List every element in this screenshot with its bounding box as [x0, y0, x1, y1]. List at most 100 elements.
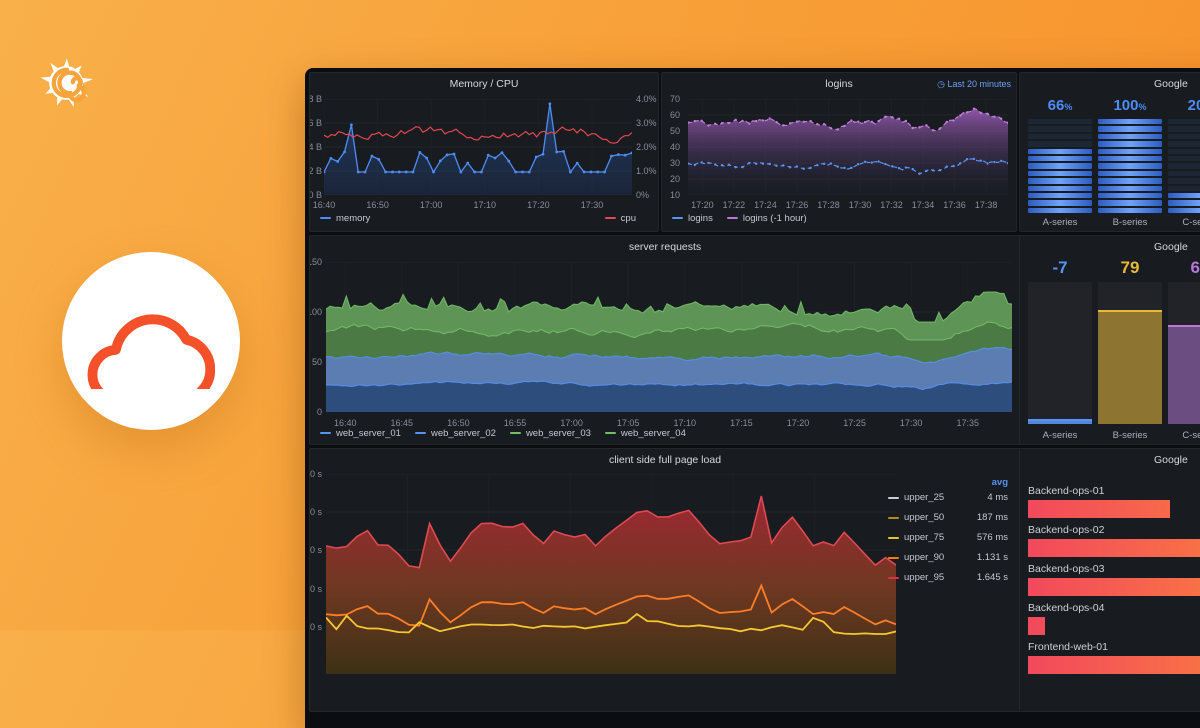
- gauge-cell: [1028, 119, 1092, 124]
- axis-tick-label: 17:25: [843, 418, 866, 428]
- legend-item[interactable]: logins: [672, 213, 713, 224]
- hbar-fill[interactable]: [1028, 617, 1045, 635]
- legend-item[interactable]: memory: [320, 213, 370, 224]
- legend-swatch: [888, 497, 899, 499]
- axis-tick-label: 0 s: [309, 622, 322, 632]
- axis-tick-label: 17:34: [912, 200, 935, 210]
- gauge-cell: [1098, 141, 1162, 146]
- legend-label: logins: [688, 213, 713, 224]
- legend-item[interactable]: web_server_02: [415, 428, 496, 439]
- bar-fill: [1098, 310, 1162, 424]
- legend-item[interactable]: cpu: [605, 213, 636, 224]
- legend-item[interactable]: upper_901.131 s: [888, 552, 1008, 563]
- panel-google-hbars: Google Backend-ops-01Backend-ops-02Backe…: [1019, 448, 1200, 712]
- hbar-label: Backend-ops-03: [1028, 563, 1104, 575]
- axis-tick-label: 2.0 s: [309, 545, 322, 555]
- legend-value: 576 ms: [977, 532, 1008, 543]
- bar-track[interactable]: [1028, 282, 1092, 424]
- gauge-cell: [1098, 134, 1162, 139]
- hbar-fill[interactable]: [1028, 578, 1200, 596]
- axis-tick-label: 17:20: [527, 200, 550, 210]
- panel-server-requests: server requests 15010050016:4016:4516:50…: [309, 235, 1021, 445]
- hbar-fill[interactable]: [1028, 500, 1170, 518]
- legend-item[interactable]: upper_75576 ms: [888, 532, 1008, 543]
- panel-title[interactable]: Google: [1020, 449, 1200, 471]
- hbar-fill[interactable]: [1028, 539, 1200, 557]
- legend-value: 1.131 s: [977, 552, 1008, 563]
- legend-header-avg[interactable]: avg: [888, 477, 1008, 488]
- legend-label: upper_75: [904, 532, 977, 543]
- legend-item[interactable]: upper_254 ms: [888, 492, 1008, 503]
- legend-swatch: [605, 432, 616, 434]
- gauge-cell: [1098, 163, 1162, 168]
- axis-tick-label: 17:15: [730, 418, 753, 428]
- panel-title[interactable]: server requests: [310, 236, 1020, 258]
- legend-item[interactable]: web_server_04: [605, 428, 686, 439]
- memory-cpu-chart[interactable]: [324, 99, 632, 195]
- legend-item[interactable]: upper_951.645 s: [888, 572, 1008, 583]
- legend-swatch: [888, 557, 899, 559]
- legend-label: logins (-1 hour): [743, 213, 807, 224]
- axis-tick-label: 4.0%: [636, 94, 657, 104]
- gauge-cell: [1098, 178, 1162, 183]
- axis-tick-label: 17:38: [975, 200, 998, 210]
- axis-tick-label: 17:26: [786, 200, 809, 210]
- grafana-dashboard: Memory / CPU 8 B6 B4 B2 B0 B4.0%3.0%2.0%…: [305, 68, 1200, 728]
- axis-tick-label: 17:32: [880, 200, 903, 210]
- gauge-value: 100%: [1098, 97, 1162, 114]
- panel-legend: cpu: [605, 211, 650, 224]
- legend-item[interactable]: logins (-1 hour): [727, 213, 807, 224]
- client-load-chart[interactable]: [326, 474, 896, 674]
- axis-tick-label: 17:30: [849, 200, 872, 210]
- axis-tick-label: 20: [670, 174, 680, 184]
- gauge-cell-column[interactable]: [1168, 119, 1200, 215]
- server-requests-chart[interactable]: [326, 262, 1012, 412]
- bar-fill: [1168, 325, 1200, 424]
- axis-tick-label: 0: [309, 407, 322, 417]
- legend-item[interactable]: web_server_03: [510, 428, 591, 439]
- gauge-cell: [1168, 186, 1200, 191]
- hbar-fill[interactable]: [1028, 656, 1200, 674]
- gauge-cell: [1168, 193, 1200, 198]
- legend-label: upper_90: [904, 552, 977, 563]
- axis-tick-label: 17:35: [956, 418, 979, 428]
- panel-title[interactable]: Memory / CPU: [310, 73, 658, 95]
- bar-track[interactable]: [1098, 282, 1162, 424]
- axis-tick-label: 3.0%: [636, 118, 657, 128]
- gauge-cell: [1098, 156, 1162, 161]
- axis-tick-label: 8 B: [309, 94, 322, 104]
- axis-tick-label: 1.0 s: [309, 584, 322, 594]
- gauge-cell-column[interactable]: [1098, 119, 1162, 215]
- axis-tick-label: 3.0 s: [309, 507, 322, 517]
- hbar-label: Backend-ops-04: [1028, 602, 1104, 614]
- axis-tick-label: 6 B: [309, 118, 322, 128]
- bar-category-label: A-series: [1028, 430, 1092, 441]
- legend-item[interactable]: upper_50187 ms: [888, 512, 1008, 523]
- panel-title[interactable]: client side full page load: [310, 449, 1020, 471]
- axis-tick-label: 1.0%: [636, 166, 657, 176]
- axis-tick-label: 17:30: [581, 200, 604, 210]
- axis-tick-label: 100: [309, 307, 322, 317]
- panel-google-bar-gauge: Google 66%A-series100%B-series20%C-serie…: [1019, 72, 1200, 232]
- axis-tick-label: 16:50: [366, 200, 389, 210]
- legend-label: upper_25: [904, 492, 987, 503]
- logins-chart[interactable]: [688, 99, 1008, 195]
- panel-title[interactable]: Google: [1020, 236, 1200, 258]
- gauge-cell: [1098, 186, 1162, 191]
- axis-tick-label: 60: [670, 110, 680, 120]
- legend-item[interactable]: web_server_01: [320, 428, 401, 439]
- gauge-cell: [1028, 163, 1092, 168]
- gauge-cell: [1098, 200, 1162, 205]
- hbar-label: Backend-ops-01: [1028, 485, 1104, 497]
- bar-track[interactable]: [1168, 282, 1200, 424]
- legend-label: cpu: [621, 213, 636, 224]
- panel-google-bar-chart: Google -7A-series79B-series68C-series: [1019, 235, 1200, 445]
- axis-tick-label: 17:00: [420, 200, 443, 210]
- panel-title[interactable]: Google: [1020, 73, 1200, 95]
- gauge-cell-column[interactable]: [1028, 119, 1092, 215]
- clock-icon: ◷: [937, 79, 947, 89]
- time-range-label[interactable]: ◷ Last 20 minutes: [937, 77, 1011, 91]
- gauge-cell: [1098, 119, 1162, 124]
- legend-swatch: [605, 217, 616, 219]
- legend-value: 187 ms: [977, 512, 1008, 523]
